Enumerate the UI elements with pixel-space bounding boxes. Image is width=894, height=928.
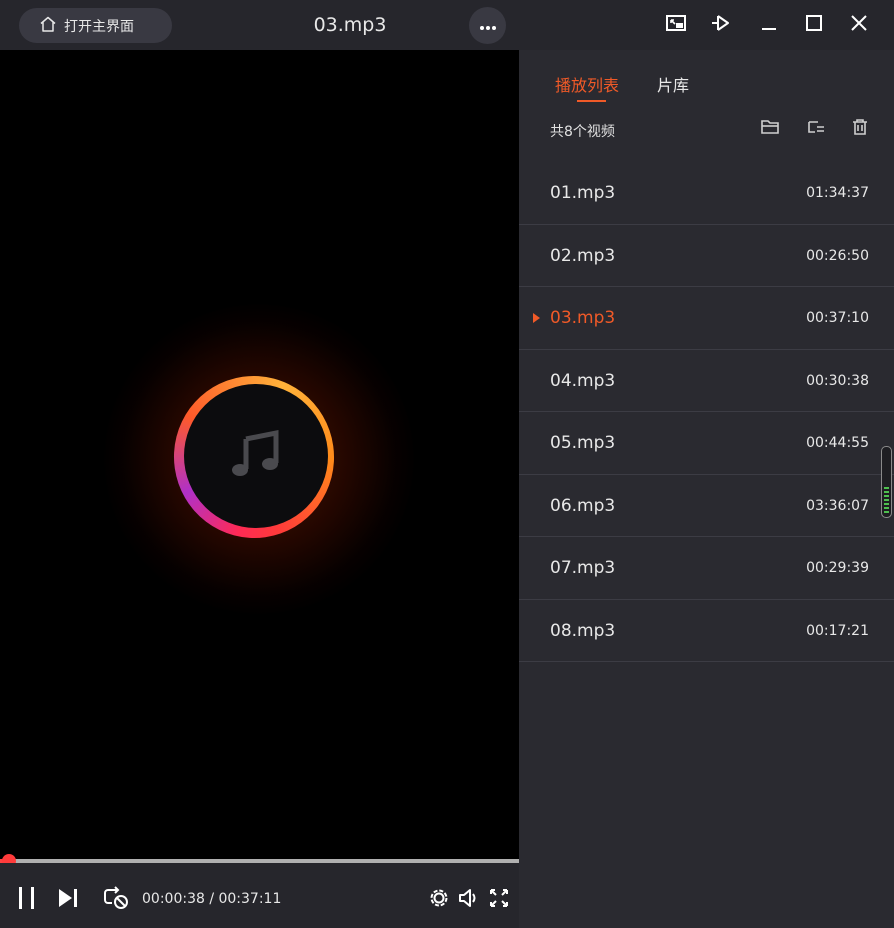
playlist-settings-button[interactable] bbox=[805, 118, 827, 140]
settings-button[interactable] bbox=[426, 887, 452, 913]
level-bar bbox=[884, 487, 889, 489]
more-button[interactable] bbox=[469, 7, 506, 44]
playlist-item[interactable]: 02.mp3 00:26:50 bbox=[519, 225, 894, 287]
player-window: 打开主界面 03.mp3 00:00:38 / 00:37:11 播放列表 片库… bbox=[0, 0, 894, 928]
title-bar: 打开主界面 03.mp3 bbox=[0, 0, 894, 50]
playlist-panel: 播放列表 片库 共8个视频 01.mp3 01:34:37 02.mp3 00:26:… bbox=[519, 50, 894, 928]
playlist-item-name: 02.mp3 bbox=[550, 245, 616, 266]
minimize-icon bbox=[760, 14, 778, 36]
close-icon bbox=[850, 14, 868, 36]
playlist-item-duration: 03:36:07 bbox=[806, 497, 869, 514]
pause-icon bbox=[16, 886, 38, 914]
level-bar bbox=[884, 507, 889, 509]
album-cover bbox=[184, 384, 328, 528]
add-folder-button[interactable] bbox=[759, 118, 781, 140]
playlist-item-duration: 00:26:50 bbox=[806, 247, 869, 264]
playlist-item-name: 04.mp3 bbox=[550, 370, 616, 391]
minimize-button[interactable] bbox=[755, 11, 783, 39]
video-count: 共8个视频 bbox=[550, 124, 615, 140]
fullscreen-icon bbox=[488, 887, 510, 913]
maximize-icon bbox=[805, 14, 823, 36]
playlist-item-duration: 01:34:37 bbox=[806, 185, 869, 201]
playlist-item[interactable]: 06.mp3 03:36:07 bbox=[519, 475, 894, 537]
playlist-item[interactable]: 04.mp3 00:30:38 bbox=[519, 350, 894, 412]
pause-button[interactable] bbox=[14, 887, 40, 913]
playlist-item-duration: 00:37:10 bbox=[806, 310, 869, 326]
music-note-icon bbox=[230, 429, 282, 483]
level-bar bbox=[884, 491, 889, 493]
playlist-item[interactable]: 03.mp3 00:37:10 bbox=[519, 287, 894, 350]
playlist-item-duration: 00:17:21 bbox=[806, 622, 869, 639]
playlist-item-name: 08.mp3 bbox=[550, 620, 616, 641]
tab-playlist[interactable]: 播放列表 bbox=[555, 72, 619, 96]
volume-level-scrollbar[interactable] bbox=[881, 446, 892, 518]
loop-mode-button[interactable] bbox=[103, 886, 129, 914]
playlist-item[interactable]: 08.mp3 00:17:21 bbox=[519, 600, 894, 662]
playlist-item-name: 05.mp3 bbox=[550, 433, 616, 453]
loop-icon bbox=[103, 886, 129, 914]
settings-icon bbox=[428, 887, 450, 913]
home-icon bbox=[39, 15, 57, 37]
add-folder-icon bbox=[761, 119, 779, 139]
playlist-item-duration: 00:29:39 bbox=[806, 560, 869, 576]
playlist-item-duration: 00:30:38 bbox=[806, 372, 869, 389]
playlist-item[interactable]: 07.mp3 00:29:39 bbox=[519, 537, 894, 600]
open-main-window-label: 打开主界面 bbox=[64, 18, 134, 35]
more-icon bbox=[479, 16, 497, 35]
now-playing-icon bbox=[533, 313, 540, 323]
playlist-item-name: 03.mp3 bbox=[550, 308, 616, 328]
level-bar bbox=[884, 503, 889, 505]
level-bar bbox=[884, 499, 889, 501]
maximize-button[interactable] bbox=[800, 11, 828, 39]
playback-time: 00:00:38 / 00:37:11 bbox=[142, 891, 282, 907]
open-main-window-button[interactable]: 打开主界面 bbox=[19, 8, 172, 43]
window-title: 03.mp3 bbox=[313, 14, 387, 36]
pin-on-top-button[interactable] bbox=[707, 11, 735, 39]
active-tab-indicator bbox=[577, 100, 606, 102]
mini-mode-icon bbox=[665, 13, 687, 37]
playlist-item[interactable]: 05.mp3 00:44:55 bbox=[519, 412, 894, 475]
delete-button[interactable] bbox=[849, 118, 871, 140]
playlist-item[interactable]: 01.mp3 01:34:37 bbox=[519, 162, 894, 225]
volume-button[interactable] bbox=[456, 887, 482, 913]
playlist-item-name: 01.mp3 bbox=[550, 183, 616, 203]
control-bar: 00:00:38 / 00:37:11 bbox=[0, 863, 519, 928]
level-bar bbox=[884, 495, 889, 497]
playlist-settings-icon bbox=[807, 119, 825, 139]
volume-icon bbox=[457, 887, 481, 913]
level-bar bbox=[884, 511, 889, 513]
playlist-item-duration: 00:44:55 bbox=[806, 435, 869, 451]
next-button[interactable] bbox=[55, 887, 81, 913]
tab-library[interactable]: 片库 bbox=[657, 72, 689, 96]
fullscreen-button[interactable] bbox=[486, 887, 512, 913]
delete-icon bbox=[852, 119, 868, 139]
playlist: 01.mp3 01:34:37 02.mp3 00:26:50 03.mp3 00:37:… bbox=[519, 162, 894, 662]
playlist-item-name: 07.mp3 bbox=[550, 558, 616, 578]
playlist-item-name: 06.mp3 bbox=[550, 495, 616, 516]
close-button[interactable] bbox=[845, 11, 873, 39]
video-area[interactable] bbox=[0, 50, 519, 860]
mini-mode-button[interactable] bbox=[662, 11, 690, 39]
next-icon bbox=[56, 887, 80, 913]
pin-icon bbox=[709, 12, 733, 38]
